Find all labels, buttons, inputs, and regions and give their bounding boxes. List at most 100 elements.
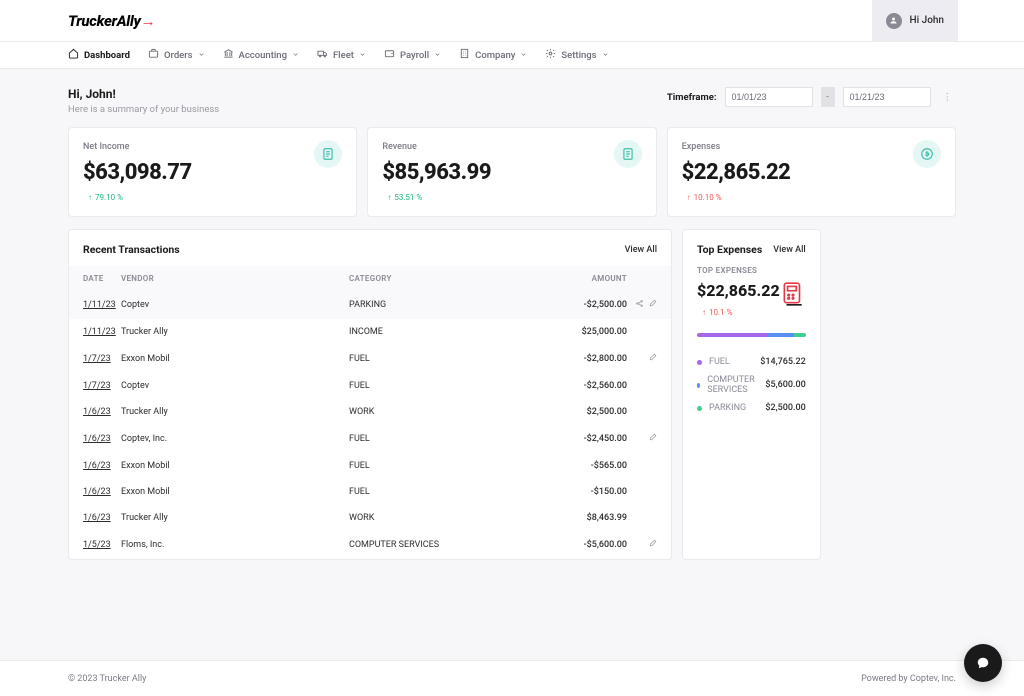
col-date: DATE [83, 274, 121, 283]
nav-label: Accounting [239, 50, 287, 61]
edit-icon[interactable] [648, 353, 657, 365]
row-category: WORK [349, 407, 509, 417]
card-value: $85,963.99 [382, 160, 641, 185]
table-row: 1/6/23 Exxon Mobil FUEL -$150.00 [69, 479, 671, 505]
brand-name: TruckerAlly [68, 12, 141, 30]
row-amount: -$2,500.00 [509, 300, 627, 310]
row-vendor: Trucker Ally [121, 407, 349, 417]
expense-line: COMPUTER SERVICES $5,600.00 [697, 371, 806, 399]
row-amount: $2,500.00 [509, 407, 627, 417]
more-options-icon[interactable]: ⋮ [939, 92, 957, 103]
user-greeting: Hi John [910, 15, 944, 26]
row-actions [627, 353, 657, 365]
table-header: DATE VENDOR CATEGORY AMOUNT [69, 266, 671, 291]
brand-logo: TruckerAlly→ [68, 12, 155, 30]
edit-icon[interactable] [648, 433, 657, 445]
arrow-up-icon: ↑ [702, 308, 706, 317]
chat-button[interactable] [964, 644, 1002, 682]
row-date[interactable]: 1/7/23 [83, 354, 121, 364]
table-row: 1/5/23 Floms, Inc. COMPUTER SERVICES -$5… [69, 531, 671, 559]
nav-label: Fleet [333, 50, 354, 61]
expense-name: FUEL [697, 357, 730, 367]
avatar-icon [886, 13, 902, 29]
row-amount: $25,000.00 [509, 327, 627, 337]
greeting-title: Hi, John! [68, 87, 219, 101]
row-category: FUEL [349, 487, 509, 497]
user-menu[interactable]: Hi John [872, 0, 958, 41]
edit-icon[interactable] [648, 539, 657, 551]
delta-text: 53.51 % [394, 193, 422, 202]
nav-accounting[interactable]: Accounting [223, 48, 299, 62]
bar-segment [697, 333, 767, 337]
timeframe-to-input[interactable] [843, 87, 931, 107]
table-row: 1/7/23 Coptev FUEL -$2,560.00 [69, 373, 671, 399]
nav-settings[interactable]: Settings [545, 48, 608, 62]
row-amount: -$5,600.00 [509, 540, 627, 550]
row-amount: -$2,800.00 [509, 354, 627, 364]
row-date[interactable]: 1/6/23 [83, 487, 121, 497]
top-expenses-value: $22,865.22 [697, 281, 780, 300]
top-header: TruckerAlly→ Hi John [0, 0, 1024, 41]
nav-company[interactable]: Company [459, 48, 527, 62]
row-category: FUEL [349, 381, 509, 391]
table-row: 1/11/23 Trucker Ally INCOME $25,000.00 [69, 319, 671, 345]
nav-label: Orders [164, 50, 193, 61]
split-icon[interactable] [635, 299, 644, 311]
expense-name: PARKING [697, 403, 746, 413]
table-row: 1/6/23 Coptev, Inc. FUEL -$2,450.00 [69, 425, 671, 453]
row-actions [627, 299, 657, 311]
arrow-up-icon: ↑ [88, 193, 92, 202]
footer: © 2023 Trucker Ally Powered by Coptev, I… [0, 660, 1024, 696]
nav-fleet[interactable]: Fleet [317, 48, 366, 62]
nav-dashboard[interactable]: Dashboard [68, 48, 130, 62]
chevron-down-icon [434, 50, 441, 61]
bank-icon [223, 48, 234, 62]
row-date[interactable]: 1/6/23 [83, 461, 121, 471]
timeframe-from-input[interactable] [725, 87, 813, 107]
greeting: Hi, John! Here is a summary of your busi… [68, 87, 219, 115]
edit-icon[interactable] [648, 299, 657, 311]
row-category: WORK [349, 513, 509, 523]
row-date[interactable]: 1/7/23 [83, 381, 121, 391]
row-vendor: Trucker Ally [121, 513, 349, 523]
card-title: Net Income [83, 142, 342, 152]
chevron-down-icon [359, 50, 366, 61]
row-category: INCOME [349, 327, 509, 337]
row-date[interactable]: 1/11/23 [83, 300, 121, 310]
expenses-card: Expenses $22,865.22 ↑ 10.10 % [667, 127, 956, 217]
row-date[interactable]: 1/6/23 [83, 434, 121, 444]
row-date[interactable]: 1/5/23 [83, 540, 121, 550]
row-category: PARKING [349, 300, 509, 310]
wallet-icon [384, 48, 395, 62]
view-all-link[interactable]: View All [773, 245, 805, 255]
bar-segment [794, 333, 806, 337]
view-all-link[interactable]: View All [625, 245, 657, 255]
home-icon [68, 48, 79, 62]
panel-title: Top Expenses [697, 243, 762, 256]
top-expenses-delta: ↑ 10.1 % [697, 306, 737, 319]
card-delta: ↑ 53.51 % [382, 191, 427, 204]
table-row: 1/11/23 Coptev PARKING -$2,500.00 [69, 291, 671, 319]
row-date[interactable]: 1/6/23 [83, 513, 121, 523]
nav-label: Dashboard [84, 50, 130, 61]
row-date[interactable]: 1/11/23 [83, 327, 121, 337]
row-category: FUEL [349, 434, 509, 444]
nav-orders[interactable]: Orders [148, 48, 205, 62]
truck-icon [317, 48, 328, 62]
chevron-down-icon [602, 50, 609, 61]
timeframe-separator: - [821, 87, 835, 107]
row-amount: -$2,450.00 [509, 434, 627, 444]
row-date[interactable]: 1/6/23 [83, 407, 121, 417]
nav-payroll[interactable]: Payroll [384, 48, 441, 62]
greeting-subtitle: Here is a summary of your business [68, 104, 219, 115]
table-row: 1/6/23 Trucker Ally WORK $2,500.00 [69, 399, 671, 425]
row-amount: -$150.00 [509, 487, 627, 497]
color-dot-icon [697, 360, 702, 365]
row-vendor: Exxon Mobil [121, 487, 349, 497]
expense-name: COMPUTER SERVICES [697, 375, 765, 395]
expense-line: FUEL $14,765.22 [697, 353, 806, 371]
nav-label: Payroll [400, 50, 429, 61]
row-vendor: Exxon Mobil [121, 461, 349, 471]
top-expenses-label: TOP EXPENSES [697, 266, 806, 275]
chevron-down-icon [520, 50, 527, 61]
